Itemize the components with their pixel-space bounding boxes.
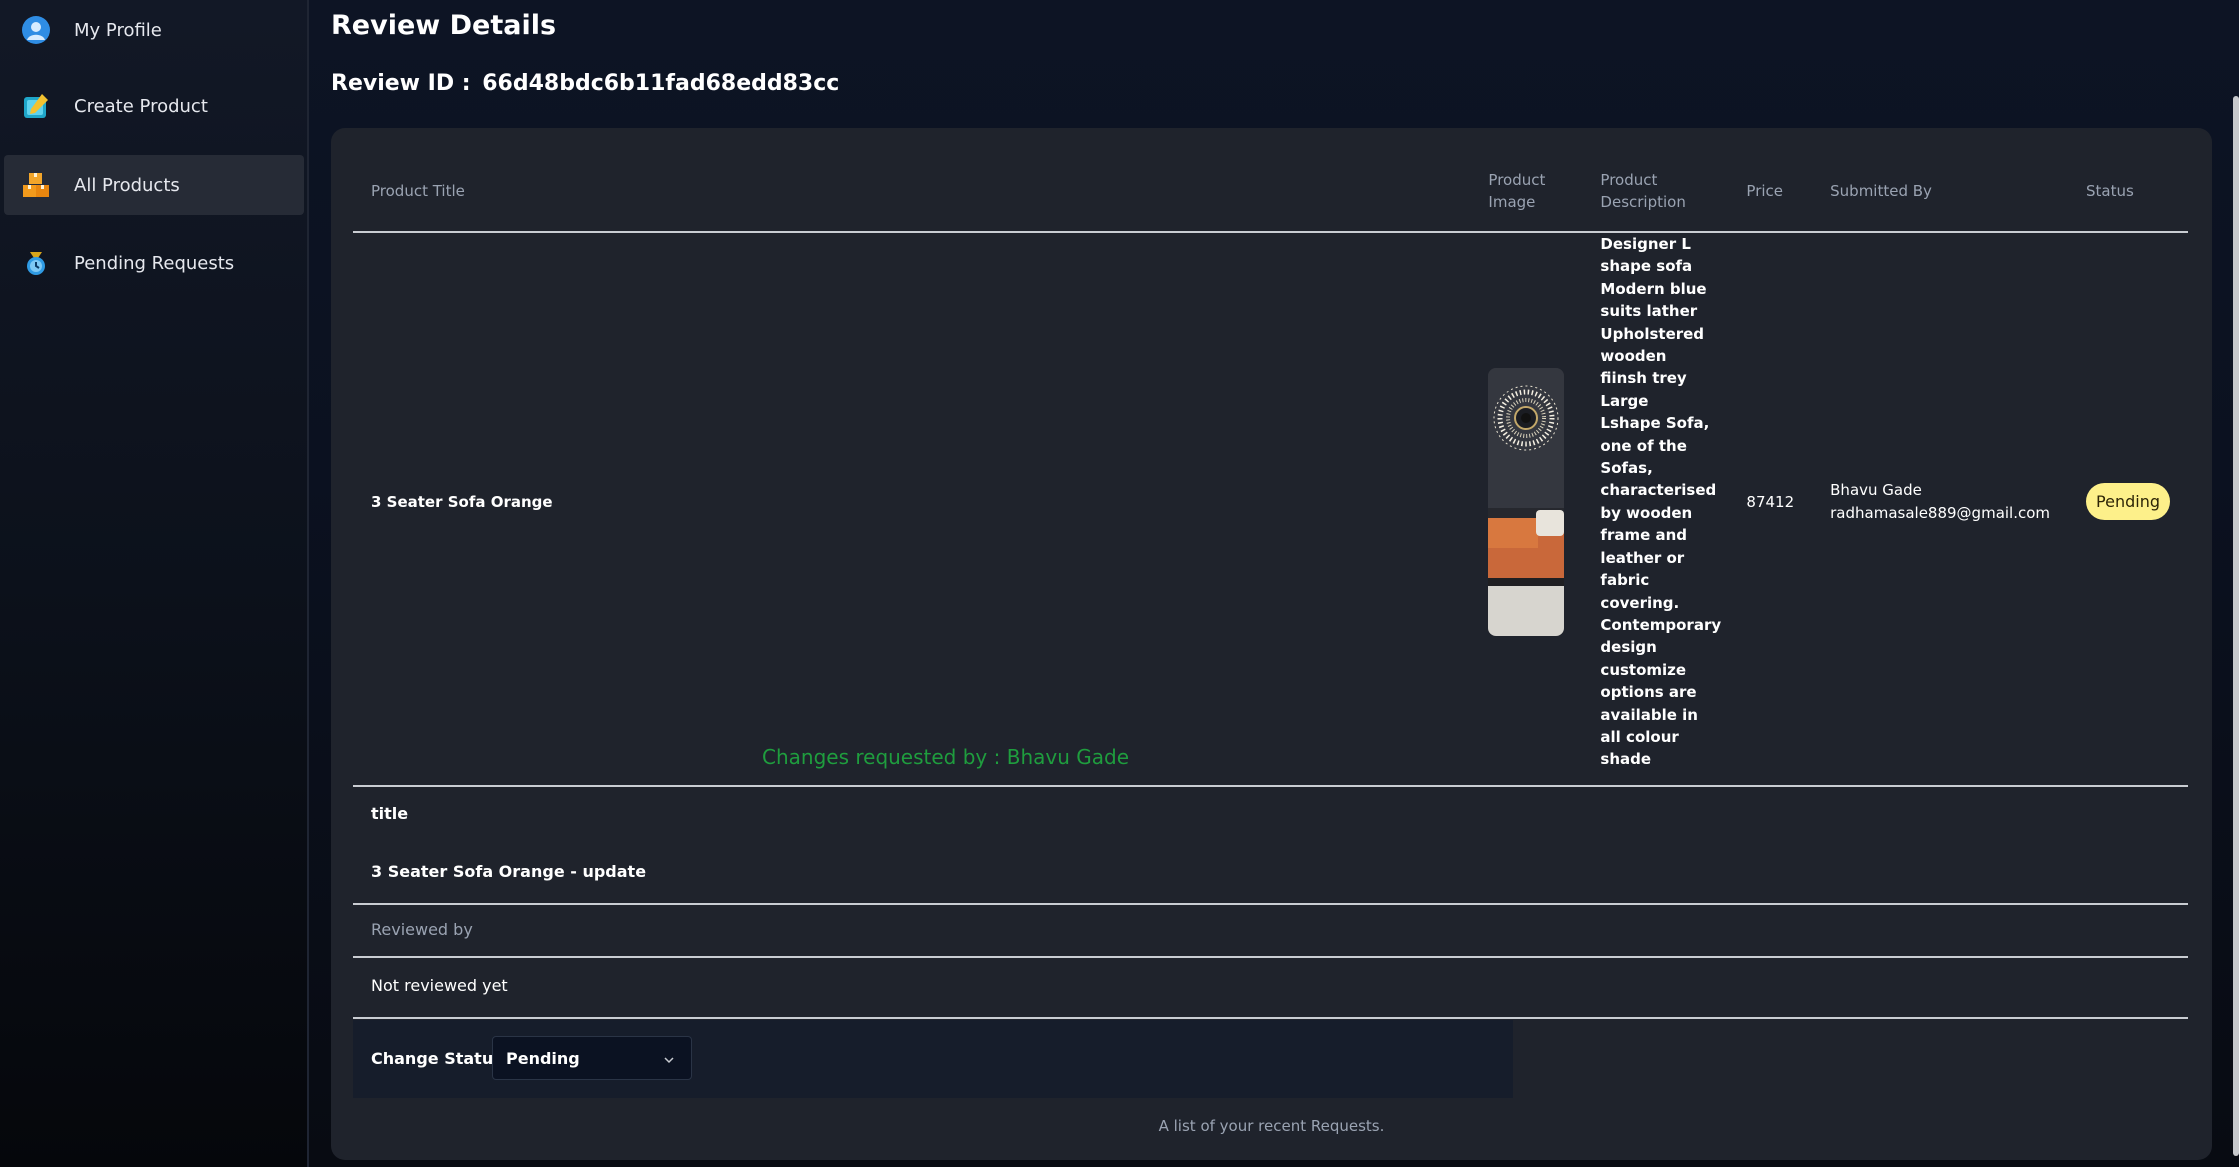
table-row: 3 Seater Sofa Orange Designer L shape so… <box>353 232 2188 771</box>
header-price: Price <box>1746 181 1784 200</box>
pending-requests-icon <box>20 247 52 279</box>
sidebar-item-my-profile[interactable]: My Profile <box>4 0 304 60</box>
changed-field-value: 3 Seater Sofa Orange - update <box>371 862 647 881</box>
status-badge: Pending <box>2086 483 2170 521</box>
divider <box>353 956 2188 958</box>
sidebar-item-label: Create Product <box>74 95 208 117</box>
divider <box>353 1017 2188 1019</box>
divider <box>353 903 2188 905</box>
status-select-value: Pending <box>506 1048 580 1068</box>
create-product-icon <box>20 90 52 122</box>
submitted-by-cell: Bhavu Gade radhamasale889@gmail.com <box>1812 232 2068 771</box>
scrollbar[interactable] <box>2233 96 2239 1156</box>
reviewed-by-value: Not reviewed yet <box>371 976 508 995</box>
status-cell: Pending <box>2068 232 2188 771</box>
sidebar-item-create-product[interactable]: Create Product <box>4 76 304 136</box>
review-id: Review ID : 66d48bdc6b11fad68edd83cc <box>331 71 839 96</box>
change-status-label: Change Status <box>371 1049 503 1068</box>
changed-field-name: title <box>371 804 409 823</box>
sidebar-item-label: All Products <box>74 174 180 196</box>
header-product-description: Product Description <box>1600 170 1686 211</box>
sidebar-item-label: Pending Requests <box>74 252 235 274</box>
sidebar: My Profile Create Product All Products P… <box>0 0 309 1167</box>
product-description: Designer L shape sofa Modern blue suits … <box>1600 235 1722 769</box>
main-content: Review Details Review ID : 66d48bdc6b11f… <box>311 0 2239 1167</box>
divider <box>353 785 2188 787</box>
product-image-cell <box>1470 232 1582 771</box>
page-title: Review Details <box>331 10 557 41</box>
header-submitted-by: Submitted By <box>1830 181 1932 200</box>
product-title-cell: 3 Seater Sofa Orange <box>371 492 553 511</box>
submitter-name: Bhavu Gade <box>1830 480 1922 499</box>
user-icon <box>20 14 52 46</box>
price-cell: 87412 <box>1746 492 1795 511</box>
submitter-email: radhamasale889@gmail.com <box>1830 503 2051 522</box>
header-product-image: Product Image <box>1488 170 1546 211</box>
sidebar-item-label: My Profile <box>74 19 162 41</box>
review-id-label: Review ID : <box>331 71 471 96</box>
sidebar-item-all-products[interactable]: All Products <box>4 155 304 215</box>
changes-requested-label: Changes requested by : Bhavu Gade <box>762 745 1129 769</box>
status-select[interactable]: Pending <box>492 1036 692 1080</box>
product-description-cell: Designer L shape sofa Modern blue suits … <box>1582 232 1728 771</box>
change-status-panel: Change Status Pending <box>353 1020 1513 1098</box>
table-header-row: Product Title Product Image Product Desc… <box>353 150 2188 232</box>
chevron-down-icon <box>663 1051 675 1070</box>
app-root: My Profile Create Product All Products P… <box>0 0 2239 1167</box>
review-table: Product Title Product Image Product Desc… <box>353 150 2188 771</box>
sidebar-item-pending-requests[interactable]: Pending Requests <box>4 233 304 293</box>
header-product-title: Product Title <box>371 181 465 200</box>
header-status: Status <box>2086 181 2134 200</box>
product-image[interactable] <box>1488 367 1565 636</box>
review-card: Product Title Product Image Product Desc… <box>331 128 2212 1160</box>
review-id-value: 66d48bdc6b11fad68edd83cc <box>482 71 840 96</box>
boxes-icon <box>20 169 52 201</box>
table-caption: A list of your recent Requests. <box>1158 1117 1385 1135</box>
reviewed-by-label: Reviewed by <box>371 920 473 939</box>
